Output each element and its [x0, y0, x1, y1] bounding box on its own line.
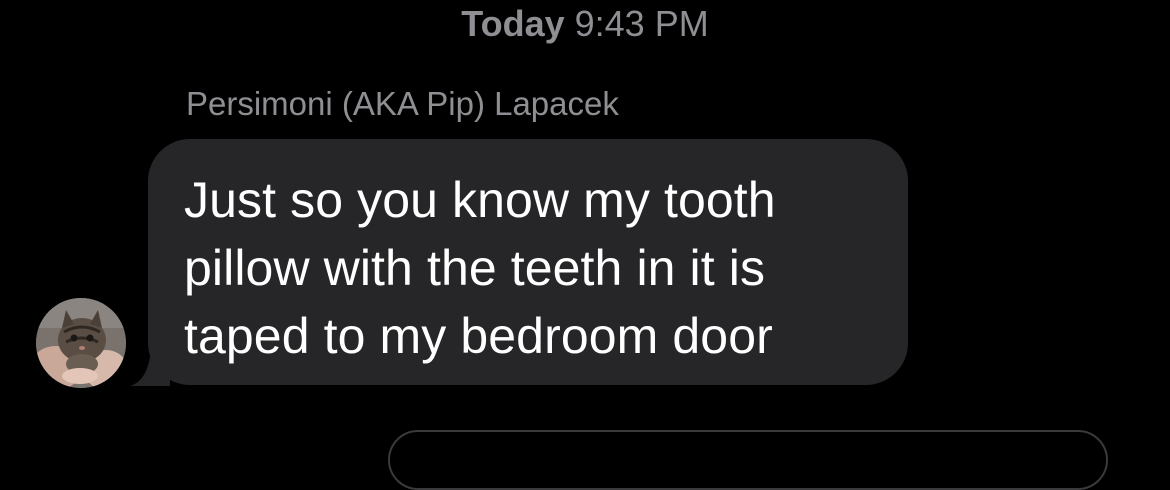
- kitten-photo-avatar-icon: [36, 298, 126, 388]
- message-text: Just so you know my tooth pillow with th…: [184, 172, 776, 364]
- sender-name: Persimoni (AKA Pip) Lapacek: [186, 85, 619, 122]
- timestamp-time: 9:43 PM: [574, 3, 709, 44]
- conversation-timestamp: Today 9:43 PM: [0, 4, 1170, 44]
- message-bubble-incoming[interactable]: Just so you know my tooth pillow with th…: [148, 139, 908, 385]
- next-message-bubble-partial: [388, 430, 1108, 490]
- timestamp-day: Today: [461, 3, 565, 44]
- sender-avatar[interactable]: [36, 298, 126, 388]
